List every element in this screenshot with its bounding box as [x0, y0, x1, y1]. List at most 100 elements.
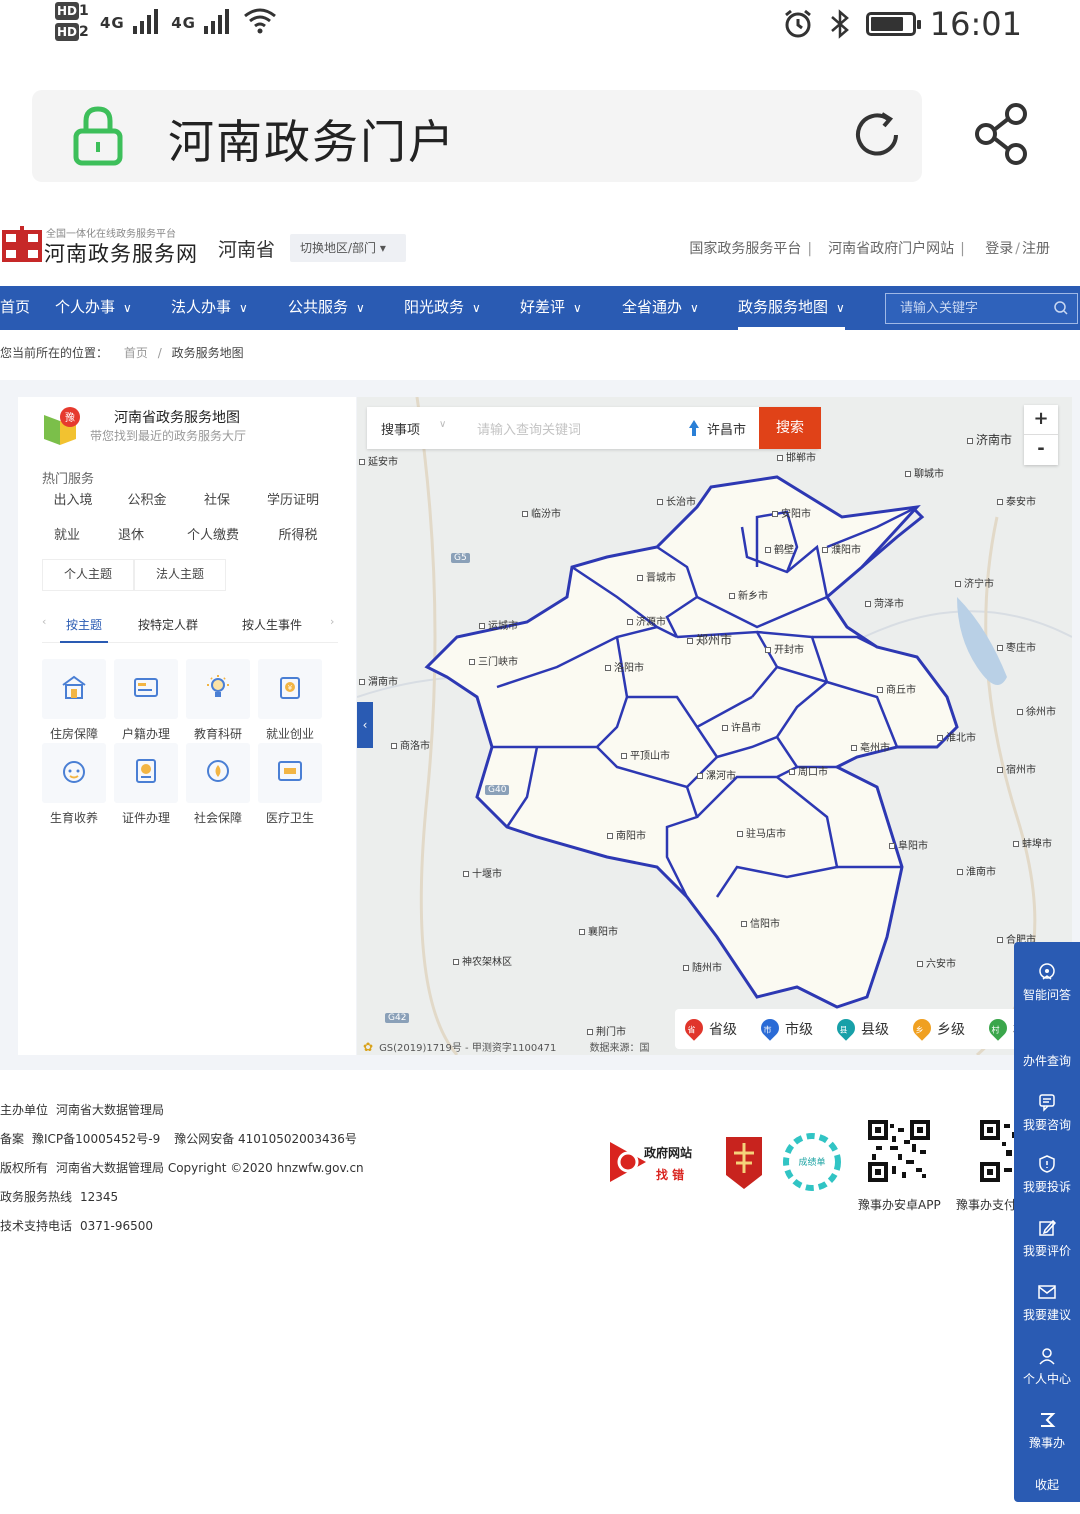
data-source-text: 数据来源：国	[589, 1043, 650, 1054]
address-bar[interactable]	[32, 90, 922, 182]
float-collapse[interactable]: 收起	[1014, 1476, 1080, 1493]
map-search-input[interactable]: 请输入查询关键词	[477, 419, 581, 438]
footer-police-record[interactable]: 豫公网安备 41010502003436号	[174, 1132, 357, 1146]
city-label: 三门峡市	[469, 653, 518, 668]
float-evaluate[interactable]: 我要评价	[1014, 1218, 1080, 1259]
footer-icp[interactable]: 豫ICP备10005452号-9	[32, 1132, 160, 1146]
site-name[interactable]: 河南政务服务网	[44, 238, 198, 268]
switch-region-button[interactable]: 切换地区/部门 ▾	[290, 234, 406, 262]
pin-icon: 省	[681, 1015, 707, 1041]
register-link[interactable]: 注册	[1022, 241, 1050, 257]
tab-personal-theme[interactable]: 个人主题	[42, 559, 134, 591]
national-platform-link[interactable]: 国家政务服务平台	[689, 241, 801, 257]
nav-search-input[interactable]: 请输入关键字	[885, 293, 1078, 324]
gov-error-report-badge[interactable]: 政府网站 找 错	[608, 1136, 704, 1190]
city-label: 济宁市	[955, 575, 994, 590]
hot-tag-payment[interactable]: 个人缴费	[178, 523, 248, 549]
reload-icon[interactable]	[850, 108, 904, 162]
pin-icon: 县	[833, 1015, 859, 1041]
nav-legal[interactable]: 法人办事 ∨	[171, 286, 248, 330]
pin-mark: 村	[991, 1025, 1000, 1035]
pin-mark: 市	[763, 1025, 772, 1035]
site-logo-icon[interactable]	[2, 224, 42, 264]
login-link[interactable]: 登录	[985, 241, 1013, 257]
bluetooth-icon	[830, 9, 849, 39]
edit-icon	[1039, 1219, 1057, 1236]
tab-legal-theme[interactable]: 法人主题	[134, 559, 226, 591]
service-certificates[interactable]: 证件办理	[114, 743, 178, 825]
zoom-in-button[interactable]: +	[1024, 405, 1058, 435]
breadcrumb-current: 政务服务地图	[171, 346, 244, 360]
gov-portal-link[interactable]: 河南省政府门户网站	[828, 241, 954, 257]
legend-township[interactable]: 乡 乡级	[909, 1015, 965, 1041]
hot-tag-diploma[interactable]: 学历证明	[258, 488, 328, 514]
road-badge: G5	[451, 553, 470, 563]
float-complaint[interactable]: 我要投诉	[1014, 1154, 1080, 1195]
service-medical[interactable]: 医疗卫生	[258, 743, 322, 825]
nav-label: 法人办事	[171, 298, 232, 316]
nav-public[interactable]: 公共服务 ∨	[288, 286, 365, 330]
service-housing[interactable]: 住房保障	[42, 659, 106, 741]
legend-city[interactable]: 市 市级	[757, 1015, 813, 1041]
city-label: 洛阳市	[605, 659, 644, 674]
search-category-select[interactable]: 搜事项	[381, 419, 420, 438]
nav-rating[interactable]: 好差评 ∨	[520, 286, 582, 330]
service-birth-adoption[interactable]: 生育收养	[42, 743, 106, 825]
chevron-right-icon[interactable]: ›	[330, 615, 334, 628]
qr-code-android	[868, 1120, 930, 1182]
nav-service-map[interactable]: 政务服务地图 ∨	[738, 286, 845, 330]
float-label: 智能问答	[1022, 988, 1071, 1002]
tab-by-theme[interactable]: 按主题	[60, 611, 108, 643]
map-search-button[interactable]: 搜索	[759, 407, 821, 449]
hot-tag-retirement[interactable]: 退休	[106, 523, 156, 549]
service-label: 就业创业	[265, 727, 314, 741]
service-employment[interactable]: ¥ 就业创业	[258, 659, 322, 741]
zoom-out-button[interactable]: -	[1024, 435, 1058, 465]
float-yushiban[interactable]: 豫事办	[1014, 1410, 1080, 1451]
nav-sunshine[interactable]: 阳光政务 ∨	[404, 286, 481, 330]
service-social-security[interactable]: 社会保障	[186, 743, 250, 825]
current-location[interactable]: 许昌市	[707, 419, 746, 438]
float-consult[interactable]: 我要咨询	[1014, 1092, 1080, 1133]
chevron-left-icon[interactable]: ‹	[42, 615, 46, 628]
collapse-panel-button[interactable]: ‹	[357, 702, 373, 748]
city-label: 漯河市	[697, 767, 736, 782]
user-icon	[1039, 1348, 1055, 1365]
hd-sub-1: 1	[79, 3, 89, 19]
nav-province-wide[interactable]: 全省通办 ∨	[622, 286, 699, 330]
footer-copyright-value: 河南省大数据管理局 Copyright ©2020 hnzwfw.gov.cn	[56, 1161, 364, 1175]
right-float-toolbar: 智能问答 办件查询 我要咨询 我要投诉 我要评价 我要建议 个人中心 豫事办 收…	[1014, 942, 1080, 1502]
breadcrumb-separator: /	[157, 346, 162, 360]
chevron-down-icon: ∨	[690, 301, 699, 315]
hot-tag-social-security[interactable]: 社保	[186, 488, 248, 514]
location-arrow-icon[interactable]	[687, 419, 701, 437]
service-label: 户籍办理	[121, 727, 170, 741]
float-case-query[interactable]: 办件查询	[1014, 1052, 1080, 1069]
hot-tag-income-tax[interactable]: 所得税	[268, 523, 328, 549]
hot-tag-housing-fund[interactable]: 公积金	[116, 488, 178, 514]
legend-province[interactable]: 省 省级	[681, 1015, 737, 1041]
float-user-center[interactable]: 个人中心	[1014, 1346, 1080, 1387]
legend-county[interactable]: 县 县级	[833, 1015, 889, 1041]
nav-personal[interactable]: 个人办事 ∨	[55, 286, 132, 330]
tab-by-life-event[interactable]: 按人生事件	[242, 611, 302, 643]
city-label: 长治市	[657, 493, 696, 508]
float-ai-qa[interactable]: 智能问答	[1014, 962, 1080, 1003]
service-map[interactable]: 延安市 邯郸市 济南市 聊城市 泰安市 长治市 临汾市 安阳市 鹤壁 濮阳市 晋…	[357, 397, 1072, 1055]
share-icon[interactable]	[972, 102, 1030, 166]
city-label: 南阳市	[607, 827, 646, 842]
tab-by-group[interactable]: 按特定人群	[138, 611, 198, 643]
hot-tag-exit-entry[interactable]: 出入境	[42, 488, 104, 514]
nav-label: 全省通办	[622, 298, 683, 316]
report-card-badge[interactable]: 成绩单	[782, 1132, 842, 1192]
hot-tag-employment[interactable]: 就业	[42, 523, 92, 549]
breadcrumb-home[interactable]: 首页	[124, 346, 148, 360]
float-suggest[interactable]: 我要建议	[1014, 1282, 1080, 1323]
party-badge-icon[interactable]	[722, 1133, 766, 1193]
search-icon[interactable]	[1053, 300, 1069, 316]
service-education[interactable]: 教育科研	[186, 659, 250, 741]
chevron-down-icon[interactable]: ∨	[439, 419, 446, 430]
nav-home[interactable]: 首页	[0, 286, 30, 330]
city-label: 许昌市	[722, 719, 761, 734]
service-household[interactable]: 户籍办理	[114, 659, 178, 741]
